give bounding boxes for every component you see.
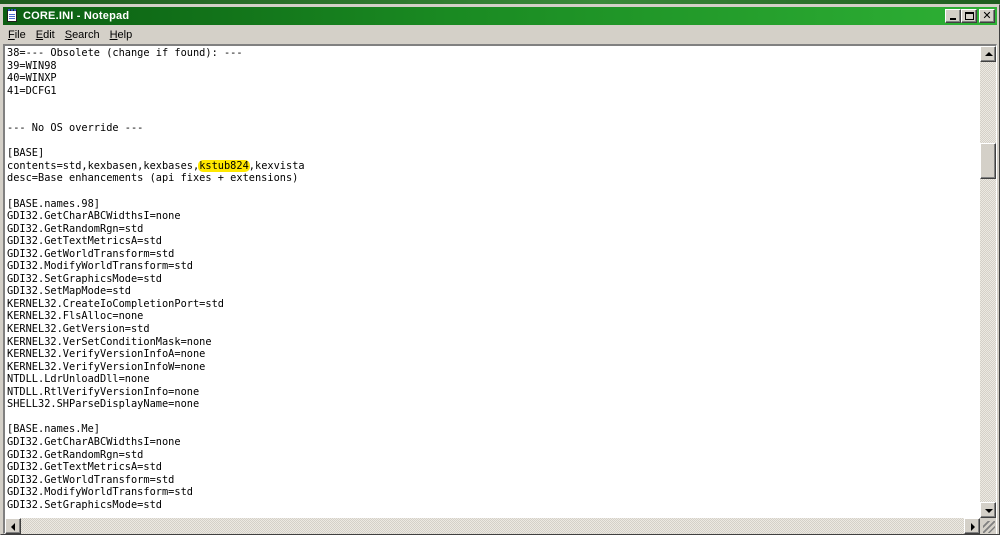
menu-search[interactable]: Search: [60, 27, 105, 43]
text-line: [BASE.names.Me]: [7, 423, 100, 436]
text-line: GDI32.GetRandomRgn=std: [7, 222, 144, 235]
highlighted-text: kstub824: [198, 159, 250, 172]
text-line: desc=Base enhancements (api fixes + exte…: [7, 172, 299, 185]
notepad-icon[interactable]: [5, 9, 19, 23]
menu-search-label: earch: [72, 29, 100, 41]
text-line: KERNEL32.CreateIoCompletionPort=std: [7, 297, 224, 310]
text-line: [BASE]: [7, 147, 45, 160]
menu-bar: File Edit Search Help: [3, 26, 997, 44]
text-editor[interactable]: 38=--- Obsolete (change if found): --- 39…: [5, 46, 980, 518]
text-line: GDI32.GetCharABCWidthsI=none: [7, 210, 181, 223]
text-line: GDI32.GetWorldTransform=std: [7, 247, 175, 260]
menu-edit-accel: E: [35, 29, 44, 41]
menu-edit-label: dit: [43, 29, 55, 41]
minimize-icon: [950, 18, 956, 20]
arrow-down-icon: [985, 509, 993, 513]
notepad-window: CORE.INI - Notepad ✕ File Edit Search He…: [0, 4, 1000, 535]
scroll-right-button[interactable]: [964, 518, 980, 534]
text-line: --- No OS override ---: [7, 122, 144, 135]
menu-edit[interactable]: Edit: [31, 27, 60, 43]
text-line: KERNEL32.VerSetConditionMask=none: [7, 335, 212, 348]
text-line: contents=std,kexbasen,kexbases,kstub824,…: [7, 159, 305, 173]
menu-file-label: ile: [14, 29, 26, 41]
text-line: [7, 135, 305, 148]
menu-search-accel: S: [64, 29, 73, 41]
arrow-left-icon: [11, 523, 15, 531]
text-line: 38=--- Obsolete (change if found): ---: [7, 47, 243, 59]
scroll-left-button[interactable]: [5, 518, 21, 534]
scroll-up-button[interactable]: [980, 46, 996, 62]
size-grip[interactable]: [980, 518, 996, 534]
resize-grip-icon: [983, 521, 995, 533]
text-line: 39=WIN98: [7, 59, 57, 72]
text-line: GDI32.SetMapMode=std: [7, 285, 131, 298]
arrow-right-icon: [971, 523, 975, 531]
text-line: [BASE.names.98]: [7, 197, 100, 210]
text-line: GDI32.GetTextMetricsA=std: [7, 461, 162, 474]
text-line: [7, 411, 305, 424]
text-line: NTDLL.RtlVerifyVersionInfo=none: [7, 385, 200, 398]
text-line: NTDLL.LdrUnloadDll=none: [7, 373, 150, 386]
menu-file-accel: F: [8, 29, 15, 41]
text-line: GDI32.GetWorldTransform=std: [7, 473, 175, 486]
text-line: SHELL32.SHParseDisplayName=none: [7, 398, 200, 411]
text-line: GDI32.GetCharABCWidthsI=none: [7, 435, 181, 448]
text-line: GDI32.ModifyWorldTransform=std: [7, 486, 193, 499]
text-line: 40=WINXP: [7, 72, 57, 85]
vertical-scrollbar[interactable]: [980, 46, 996, 518]
text-segment: contents=std,kexbasen,kexbases,: [7, 159, 200, 172]
text-segment: ,kexvista: [248, 159, 305, 172]
minimize-button[interactable]: [945, 9, 961, 23]
text-line: GDI32.GetRandomRgn=std: [7, 448, 144, 461]
text-line: [7, 97, 305, 110]
text-line: GDI32.SetGraphicsMode=std: [7, 272, 162, 285]
text-line: [7, 110, 305, 123]
text-line: KERNEL32.GetVersion=std: [7, 323, 150, 336]
editor-frame: 38=--- Obsolete (change if found): --- 39…: [3, 44, 997, 534]
text-content: 38=--- Obsolete (change if found): --- 39…: [7, 47, 305, 511]
text-line: KERNEL32.VerifyVersionInfoA=none: [7, 348, 206, 361]
text-line: KERNEL32.VerifyVersionInfoW=none: [7, 360, 206, 373]
menu-file[interactable]: File: [3, 27, 31, 43]
scroll-down-button[interactable]: [980, 502, 996, 518]
close-icon: ✕: [982, 9, 992, 22]
text-line: [7, 185, 305, 198]
window-controls: ✕: [945, 9, 995, 23]
maximize-icon: [965, 12, 974, 20]
text-line: 41=DCFG1: [7, 84, 57, 97]
vertical-scroll-thumb[interactable]: [980, 142, 996, 179]
menu-help-label: elp: [117, 29, 133, 41]
arrow-up-icon: [985, 52, 993, 56]
text-line: GDI32.ModifyWorldTransform=std: [7, 260, 193, 273]
text-line: GDI32.GetTextMetricsA=std: [7, 235, 162, 248]
menu-help-accel: H: [109, 29, 118, 41]
title-bar[interactable]: CORE.INI - Notepad ✕: [3, 7, 997, 25]
text-line: GDI32.SetGraphicsMode=std: [7, 498, 162, 511]
maximize-button[interactable]: [961, 9, 977, 23]
text-line: KERNEL32.FlsAlloc=none: [7, 310, 144, 323]
menu-help[interactable]: Help: [105, 27, 138, 43]
window-title: CORE.INI - Notepad: [23, 10, 130, 22]
horizontal-scrollbar[interactable]: [5, 518, 980, 534]
close-button[interactable]: ✕: [979, 9, 995, 23]
